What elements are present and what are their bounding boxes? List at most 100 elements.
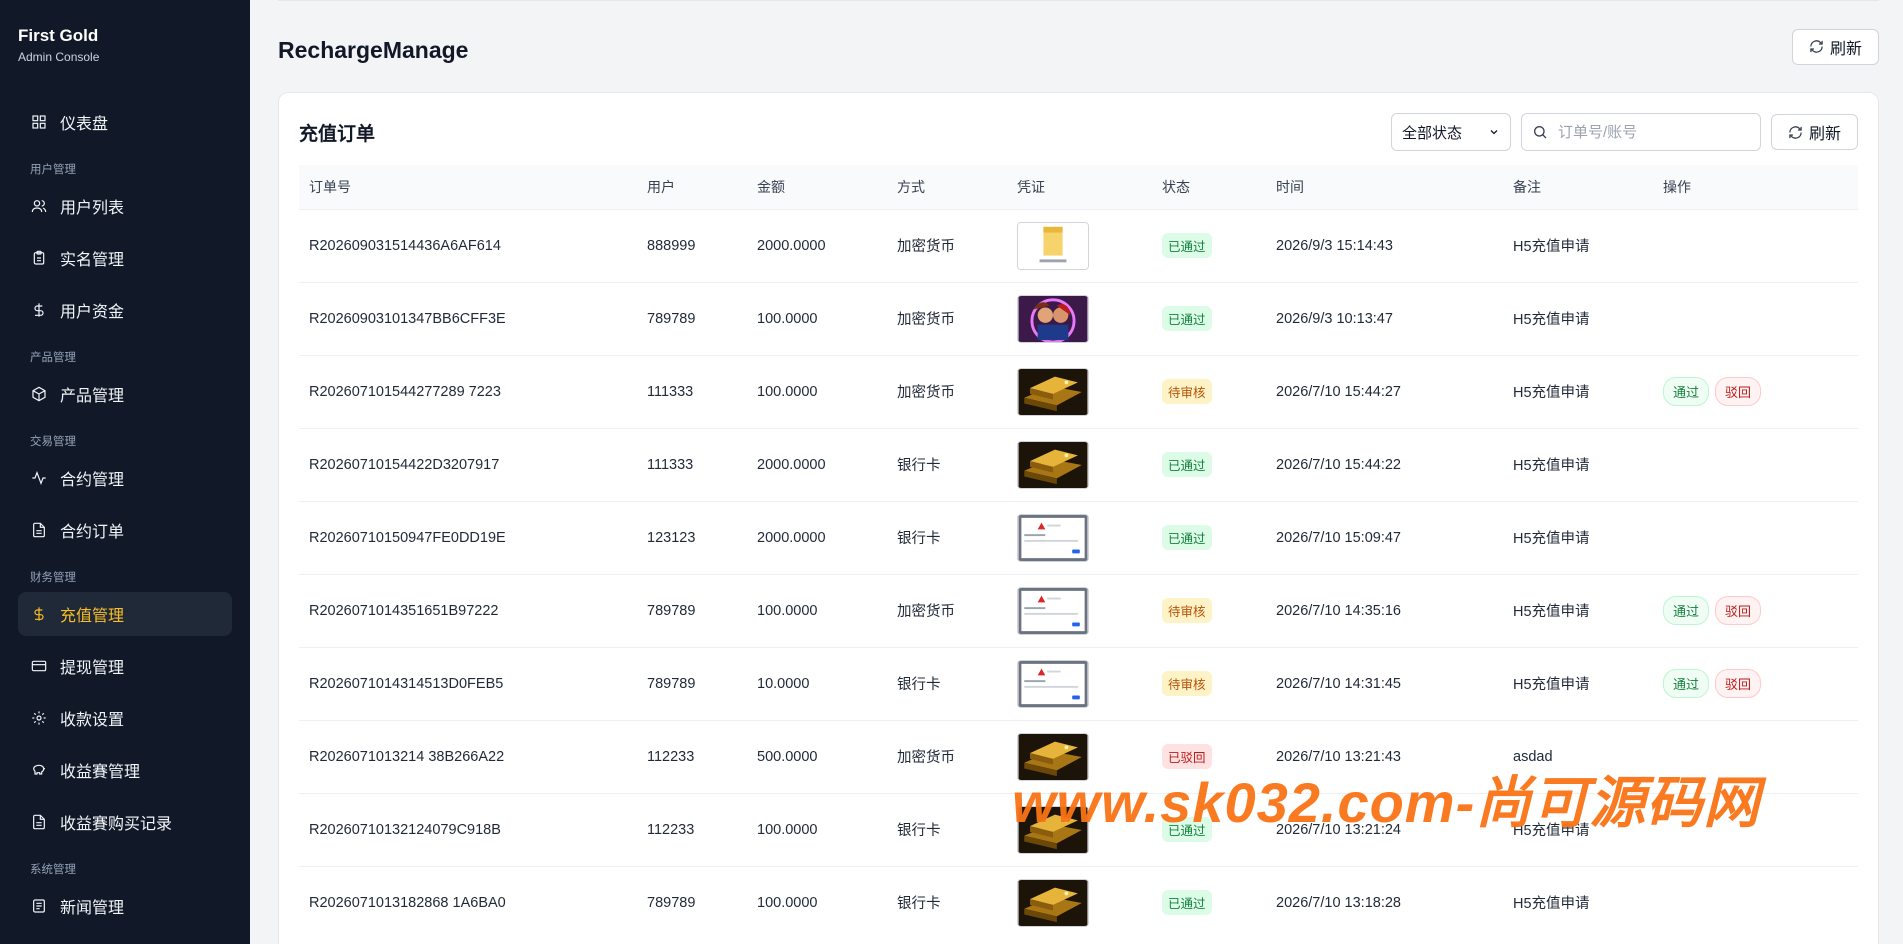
sidebar-item-label: 充值管理 bbox=[60, 608, 125, 625]
sidebar-item-label: 收款设置 bbox=[60, 712, 125, 729]
file-icon bbox=[30, 521, 48, 539]
status-cell: 已通过 bbox=[1152, 866, 1266, 939]
sidebar-item-yield-records[interactable]: 收益賽购买记录 bbox=[18, 800, 232, 844]
card-title: 充值订单 bbox=[299, 123, 376, 145]
proof-cell bbox=[1007, 209, 1152, 282]
amount: 2000.0000 bbox=[757, 456, 826, 473]
status-badge: 待审核 bbox=[1162, 671, 1212, 696]
sidebar-item-user-funds[interactable]: 用户资金 bbox=[18, 288, 232, 332]
sidebar-item-contract-manage[interactable]: 合约管理 bbox=[18, 456, 232, 500]
table-row: R2026071014314513D0FEB5 789789 10.0000 银行卡 待… bbox=[299, 647, 1858, 720]
method: 加密货币 bbox=[897, 385, 955, 401]
sidebar-item-withdraw-manage[interactable]: 提现管理 bbox=[18, 644, 232, 688]
reject-button[interactable]: 驳回 bbox=[1715, 669, 1762, 698]
approve-button[interactable]: 通过 bbox=[1663, 669, 1710, 698]
proof-cell bbox=[1007, 793, 1152, 866]
activity-icon bbox=[30, 469, 48, 487]
status-filter-value: 全部状态 bbox=[1401, 124, 1462, 142]
time: 2026/7/10 15:09:47 bbox=[1276, 529, 1401, 546]
sidebar-item-kyc[interactable]: 实名管理 bbox=[18, 236, 232, 280]
sidebar-item-recharge-manage[interactable]: 充值管理 bbox=[18, 592, 232, 636]
newspaper-icon bbox=[30, 897, 48, 915]
status-cell: 待审核 bbox=[1152, 647, 1266, 720]
sidebar-item-contract-orders[interactable]: 合约订单 bbox=[18, 508, 232, 552]
order-id: R20260710150947FE0DD19E bbox=[309, 529, 506, 546]
proof-thumbnail[interactable] bbox=[1017, 659, 1089, 708]
header-refresh-button[interactable]: 刷新 bbox=[1791, 28, 1879, 65]
order-id: R2026071013214 38B266A22 bbox=[309, 748, 505, 765]
dollar-icon bbox=[30, 605, 48, 623]
user-id: 112233 bbox=[647, 748, 695, 765]
column-header: 状态 bbox=[1162, 178, 1190, 195]
sidebar-item-news-manage[interactable]: 新闻管理 bbox=[18, 884, 232, 928]
chevron-down-icon bbox=[1490, 130, 1498, 135]
column-header: 操作 bbox=[1663, 178, 1691, 195]
amount: 500.0000 bbox=[757, 748, 818, 765]
note: H5充值申请 bbox=[1513, 239, 1590, 255]
users-icon bbox=[30, 197, 48, 215]
proof-thumbnail[interactable] bbox=[1017, 440, 1089, 489]
status-filter-select[interactable]: 全部状态 bbox=[1390, 113, 1511, 151]
table-row: R2026071013182868 1A6BA0 789789 100.0000 银行… bbox=[299, 866, 1858, 939]
time: 2026/9/3 10:13:47 bbox=[1276, 310, 1393, 327]
refresh-icon bbox=[1789, 125, 1802, 139]
status-badge: 待审核 bbox=[1162, 379, 1212, 404]
note: H5充值申请 bbox=[1513, 385, 1590, 401]
grid-icon bbox=[30, 113, 48, 131]
search-box[interactable] bbox=[1520, 113, 1761, 151]
sidebar-item-label: 合约管理 bbox=[60, 472, 125, 489]
column-header: 用户 bbox=[647, 178, 675, 195]
sidebar-item-payment-settings[interactable]: 收款设置 bbox=[18, 696, 232, 740]
actions-cell bbox=[1653, 793, 1858, 866]
reject-button[interactable]: 驳回 bbox=[1715, 596, 1762, 625]
sidebar-item-label: 用户列表 bbox=[60, 200, 125, 217]
proof-thumbnail[interactable] bbox=[1017, 586, 1089, 635]
sidebar-item-yield-manage[interactable]: 收益賽管理 bbox=[18, 748, 232, 792]
time: 2026/7/10 15:44:22 bbox=[1276, 456, 1401, 473]
reject-button[interactable]: 驳回 bbox=[1715, 377, 1762, 406]
column-header: 金额 bbox=[757, 178, 785, 195]
actions-cell: 通过 驳回 bbox=[1653, 355, 1858, 428]
proof-thumbnail[interactable] bbox=[1017, 878, 1089, 927]
method: 银行卡 bbox=[897, 823, 941, 839]
table-row: R202609031514436A6AF614 888999 2000.0000 加密… bbox=[299, 209, 1858, 282]
card-refresh-button[interactable]: 刷新 bbox=[1770, 114, 1858, 150]
proof-thumbnail[interactable] bbox=[1017, 294, 1089, 343]
credit-card-icon bbox=[30, 657, 48, 675]
sidebar-section-system: 系统管理 bbox=[30, 864, 76, 876]
method: 加密货币 bbox=[897, 750, 955, 766]
proof-thumbnail[interactable] bbox=[1017, 221, 1089, 270]
table-row: R20260903101347BB6CFF3E 789789 100.0000 加密货… bbox=[299, 282, 1858, 355]
proof-thumbnail[interactable] bbox=[1017, 805, 1089, 854]
method: 加密货币 bbox=[897, 312, 955, 328]
proof-thumbnail[interactable] bbox=[1017, 732, 1089, 781]
approve-button[interactable]: 通过 bbox=[1663, 596, 1710, 625]
note: H5充值申请 bbox=[1513, 604, 1590, 620]
sidebar-section-users: 用户管理 bbox=[30, 164, 76, 176]
sidebar-item-dashboard[interactable]: 仪表盘 bbox=[18, 100, 232, 144]
method: 银行卡 bbox=[897, 531, 941, 547]
proof-thumbnail[interactable] bbox=[1017, 367, 1089, 416]
approve-button[interactable]: 通过 bbox=[1663, 377, 1710, 406]
card-tools: 全部状态 刷新 bbox=[1390, 113, 1858, 151]
note: H5充值申请 bbox=[1513, 896, 1590, 913]
status-badge: 已通过 bbox=[1162, 306, 1212, 331]
amount: 100.0000 bbox=[757, 383, 818, 400]
user-id: 111333 bbox=[647, 456, 694, 473]
proof-cell bbox=[1007, 866, 1152, 939]
method: 银行卡 bbox=[897, 458, 941, 474]
actions-cell bbox=[1653, 282, 1858, 355]
column-header: 备注 bbox=[1513, 178, 1541, 195]
dollar-icon bbox=[30, 301, 48, 319]
method: 加密货币 bbox=[897, 604, 955, 620]
table-header-row: 订单号 用户 金额 方式 凭证 状态 时间 备注 操作 bbox=[299, 165, 1858, 209]
sidebar-item-user-list[interactable]: 用户列表 bbox=[18, 184, 232, 228]
sidebar-item-product-manage[interactable]: 产品管理 bbox=[18, 372, 232, 416]
sidebar-section-finance: 财务管理 bbox=[30, 572, 76, 584]
refresh-label: 刷新 bbox=[1808, 126, 1841, 143]
actions-cell bbox=[1653, 501, 1858, 574]
table-row: R2026071013214 38B266A22 112233 500.0000 加密… bbox=[299, 720, 1858, 793]
order-id: R20260710154422D3207917 bbox=[309, 456, 500, 473]
search-input[interactable] bbox=[1557, 123, 1738, 141]
proof-thumbnail[interactable] bbox=[1017, 513, 1089, 562]
